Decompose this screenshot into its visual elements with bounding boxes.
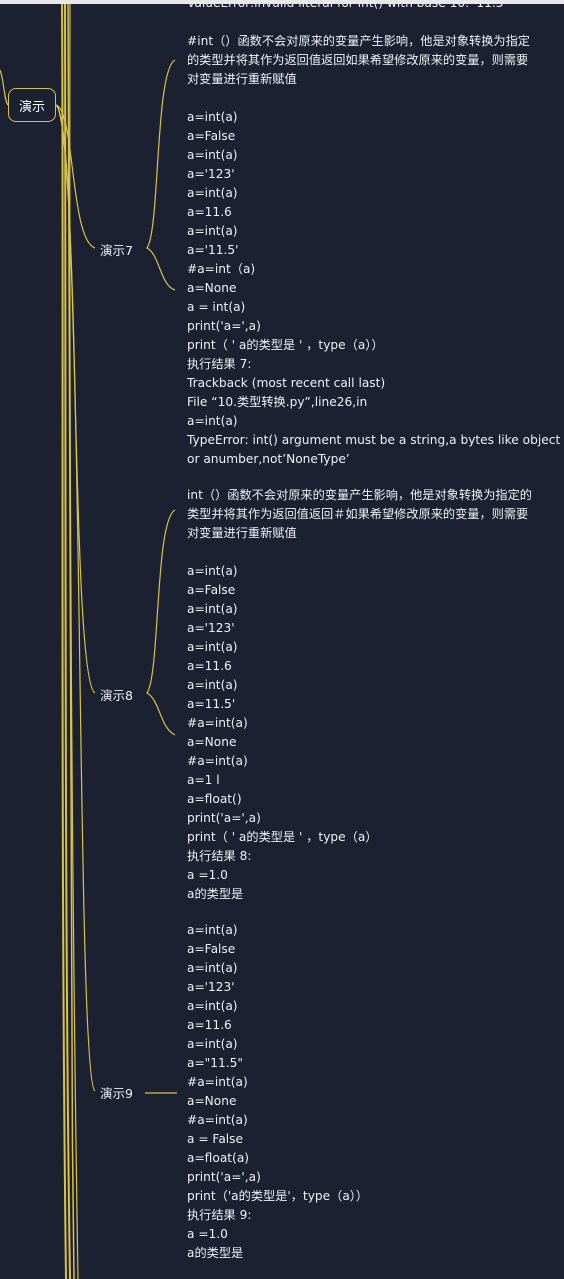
content-line: 执行结果 8: <box>187 849 252 863</box>
content-line: a=11.6 <box>187 659 232 673</box>
content-line: print（ ' a的类型是 ' ，type（a）） <box>187 338 384 352</box>
content-line: a=int(a) <box>187 110 238 124</box>
content-line: a=int(a) <box>187 414 238 428</box>
content-line: a=False <box>187 583 236 597</box>
node-demo9[interactable]: 演示9 <box>100 1083 133 1102</box>
content-line: print（'a的类型是'，type（a）） <box>187 1189 369 1203</box>
content-line <box>187 13 560 32</box>
content-line: a=int(a) <box>187 564 238 578</box>
content-line: File “10.类型转换.py”,line26,in <box>187 395 368 409</box>
content-line: a=11.6 <box>187 205 232 219</box>
content-line: a=float() <box>187 792 242 806</box>
content-line: a=int(a) <box>187 1037 238 1051</box>
root-left-branch <box>0 69 9 106</box>
content-line: or anumber,not’NoneType’ <box>187 452 350 466</box>
brace-8 <box>146 509 176 736</box>
content-line: a的类型是 <box>187 1246 244 1260</box>
root-label: 演示 <box>18 99 45 115</box>
content-line: a=int(a) <box>187 999 238 1013</box>
content-line: a="11.5" <box>187 1056 244 1070</box>
content-line: #a=int(a) <box>187 1075 248 1089</box>
content-line: #a=int(a) <box>187 754 248 768</box>
content-line: a='11.5' <box>187 243 239 257</box>
content-line: a=int(a) <box>187 678 238 692</box>
content-line: a=float(a) <box>187 1151 250 1165</box>
content-line: a=1 l <box>187 773 220 787</box>
content-line: print('a=',a) <box>187 811 261 825</box>
content-line: a =1.0 <box>187 868 228 882</box>
content-line: print('a=',a) <box>187 1170 261 1184</box>
node-demo7[interactable]: 演示7 <box>100 240 133 259</box>
content-line: a='123' <box>187 167 235 181</box>
content-line: a =1.0 <box>187 1227 228 1241</box>
content-line: a的类型是 <box>187 887 244 901</box>
content-line: a=False <box>187 129 236 143</box>
content-line: a=int(a) <box>187 224 238 238</box>
content-line: a=int(a) <box>187 961 238 975</box>
content-line: #a=int（a) <box>187 262 256 276</box>
content-line: 对变量进行重新赋值 <box>187 72 297 86</box>
content-line: 对变量进行重新赋值 <box>187 526 297 540</box>
content-line: a=11.5' <box>187 697 236 711</box>
content-line: #a=int(a) <box>187 716 248 730</box>
demo9-content: a=int(a) a=False a=int(a) a='123' a=int(a) a=… <box>187 921 368 1263</box>
content-line: a='123' <box>187 980 235 994</box>
content-line: 类型并将其作为返回值返回＃如果希望修改原来的变量，则需要 <box>187 507 529 521</box>
node-demo8[interactable]: 演示8 <box>100 685 133 704</box>
content-line <box>187 543 532 562</box>
content-line: a=int(a) <box>187 186 238 200</box>
content-line: TypeError: int() argument must be a stri… <box>187 433 561 447</box>
content-line: Trackback (most recent call last) <box>187 376 386 390</box>
content-line: a=False <box>187 942 236 956</box>
content-line: a=int(a) <box>187 602 238 616</box>
top-edge <box>0 0 564 4</box>
demo7-content: ValueError:invalid literal for int() wit… <box>187 0 560 469</box>
trunk-line <box>69 0 79 1279</box>
content-line: a=None <box>187 1094 237 1108</box>
content-line: 执行结果 7: <box>187 357 252 371</box>
content-line: print（ ' a的类型是 ' ，type（a） <box>187 830 378 844</box>
content-line: a=11.6 <box>187 1018 232 1032</box>
content-line: a=int(a) <box>187 640 238 654</box>
content-line: a = False <box>187 1132 244 1146</box>
root-node[interactable]: 演示 <box>8 88 56 122</box>
demo8-content: int（）函数不会对原来的变量产生影响，他是对象转换为指定的 类型并将其作为返回值… <box>187 486 532 904</box>
content-line: #int（）函数不会对原来的变量产生影响，他是对象转换为指定 <box>187 34 530 48</box>
content-line: a=None <box>187 735 237 749</box>
content-line: a=int(a) <box>187 923 238 937</box>
content-line: #a=int(a) <box>187 1113 248 1127</box>
content-line: a=None <box>187 281 237 295</box>
content-line: a='123' <box>187 621 235 635</box>
content-line: int（）函数不会对原来的变量产生影响，他是对象转换为指定的 <box>187 488 532 502</box>
content-line: a = int(a) <box>187 300 246 314</box>
content-line <box>187 89 560 108</box>
content-line: print('a=',a) <box>187 319 261 333</box>
content-line: a=int(a) <box>187 148 238 162</box>
content-line: 的类型并将其作为返回值返回如果希望修改原来的变量，则需要 <box>187 53 529 67</box>
brace-7 <box>146 59 176 291</box>
content-line: 执行结果 9: <box>187 1208 252 1222</box>
